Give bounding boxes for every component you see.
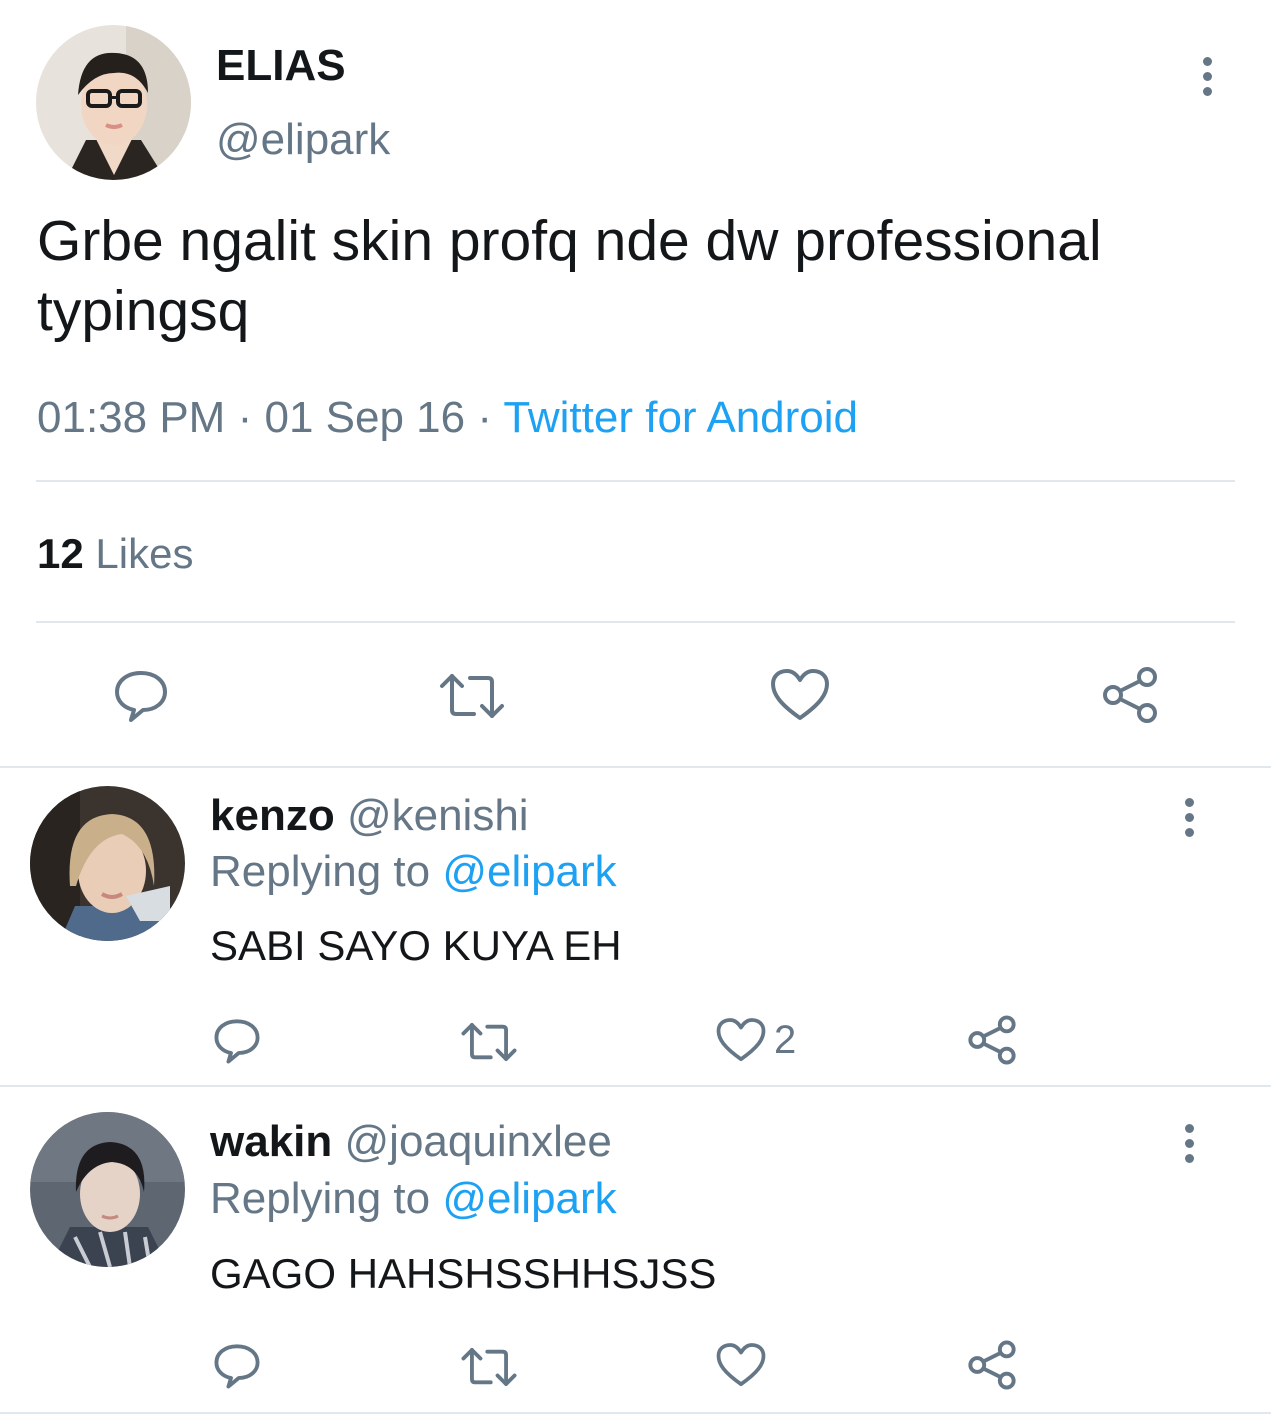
tweet-source-link[interactable]: Twitter for Android: [503, 393, 858, 442]
retweet-button[interactable]: [460, 1021, 518, 1063]
meta-separator: ·: [237, 393, 253, 442]
reply-display-name[interactable]: kenzo: [210, 791, 335, 840]
reply-more-options[interactable]: [1182, 1124, 1196, 1163]
more-vertical-icon: [1184, 798, 1194, 807]
divider: [36, 621, 1235, 623]
like-button[interactable]: [770, 668, 830, 722]
divider: [0, 1085, 1271, 1087]
like-button[interactable]: [716, 1342, 774, 1388]
divider: [0, 766, 1271, 768]
reply-icon: [115, 671, 167, 722]
retweet-button[interactable]: [460, 1346, 518, 1388]
reply-handle[interactable]: @kenishi: [347, 791, 529, 840]
reply-header: kenzo @kenishi: [210, 790, 529, 842]
reply-button[interactable]: [112, 668, 170, 724]
share-icon: [1103, 667, 1157, 723]
like-icon: [716, 1343, 766, 1387]
likes-count: 12: [37, 530, 84, 577]
like-button[interactable]: 2: [716, 1017, 796, 1063]
author-display-name[interactable]: ELIAS: [216, 40, 346, 92]
likes-summary[interactable]: 12 Likes: [37, 528, 193, 580]
reply-more-options[interactable]: [1182, 798, 1196, 837]
replying-to: Replying to @elipark: [210, 846, 617, 898]
reply-icon: [214, 1344, 260, 1389]
reply-display-name[interactable]: wakin: [210, 1117, 332, 1166]
tweet-meta: 01:38 PM · 01 Sep 16 · Twitter for Andro…: [37, 388, 858, 448]
author-avatar[interactable]: [36, 25, 191, 180]
reply-text: GAGO HAHSHSSHHSJSS: [210, 1250, 717, 1297]
reply-text: SABI SAYO KUYA EH: [210, 922, 622, 969]
reply-handle[interactable]: @joaquinxlee: [345, 1117, 612, 1166]
share-icon: [968, 1340, 1016, 1390]
likes-label: Likes: [95, 530, 194, 577]
divider: [0, 1412, 1271, 1414]
reply-icon: [214, 1019, 260, 1064]
divider: [36, 480, 1235, 482]
replying-to-handle[interactable]: @elipark: [442, 847, 616, 896]
more-vertical-icon: [1202, 57, 1212, 66]
like-count: 2: [774, 1018, 797, 1062]
replying-to-handle[interactable]: @elipark: [442, 1174, 616, 1223]
replying-to: Replying to @elipark: [210, 1173, 617, 1225]
replying-to-label: Replying to: [210, 847, 431, 896]
like-icon: [716, 1018, 766, 1062]
share-icon: [968, 1015, 1016, 1065]
retweet-icon: [461, 1348, 517, 1386]
more-vertical-icon: [1184, 1124, 1194, 1133]
share-button[interactable]: [966, 1014, 1018, 1066]
reply-avatar[interactable]: [30, 1112, 185, 1267]
share-button[interactable]: [1100, 665, 1160, 725]
reply-button[interactable]: [212, 1342, 262, 1390]
replying-to-label: Replying to: [210, 1174, 431, 1223]
tweet-more-options[interactable]: [1200, 57, 1214, 96]
reply-header: wakin @joaquinxlee: [210, 1116, 612, 1168]
tweet-time: 01:38 PM: [37, 393, 226, 442]
tweet-text: Grbe ngalit skin profq nde dw profession…: [37, 209, 1102, 343]
author-handle[interactable]: @elipark: [216, 114, 390, 166]
retweet-button[interactable]: [438, 672, 506, 720]
reply-button[interactable]: [212, 1017, 262, 1065]
retweet-icon: [461, 1023, 517, 1061]
meta-separator: ·: [477, 393, 492, 442]
tweet-date: 01 Sep 16: [264, 393, 466, 442]
like-icon: [771, 669, 829, 720]
reply-avatar[interactable]: [30, 786, 185, 941]
share-button[interactable]: [966, 1339, 1018, 1391]
retweet-icon: [440, 674, 504, 718]
